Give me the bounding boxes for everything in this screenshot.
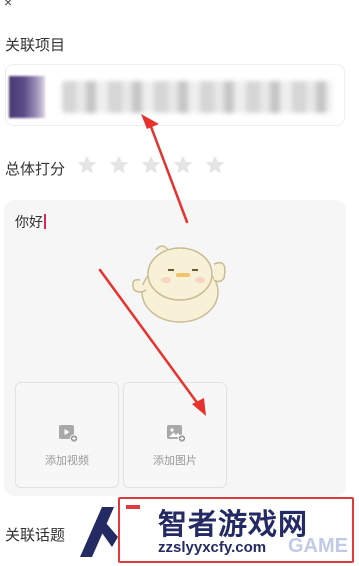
text-caret xyxy=(44,214,46,229)
rating-label: 总体打分 xyxy=(5,161,66,178)
mascot-illustration xyxy=(132,245,226,323)
watermark-title: 智者游戏网 xyxy=(158,509,309,541)
project-thumbnail xyxy=(9,76,45,118)
project-title-blurred xyxy=(62,81,332,113)
related-topic-label: 关联话题 xyxy=(5,527,66,544)
add-video-icon xyxy=(59,425,78,443)
watermark-url: zzslyyxcfy.com xyxy=(158,539,267,556)
site-watermark: 智者游戏网 zzslyyxcfy.com GAME xyxy=(80,497,354,563)
watermark-logo-icon xyxy=(80,507,118,557)
star-icon-4[interactable] xyxy=(172,154,194,176)
star-icon-3[interactable] xyxy=(140,154,162,176)
watermark-faded-text: GAME xyxy=(288,535,348,557)
close-icon[interactable]: × xyxy=(4,0,12,10)
add-video-label: 添加视频 xyxy=(45,455,89,467)
watermark-accent xyxy=(126,505,140,509)
star-icon-5[interactable] xyxy=(204,154,226,176)
related-project-label: 关联项目 xyxy=(5,37,66,54)
star-icon-1[interactable] xyxy=(76,154,98,176)
add-video-button[interactable]: 添加视频 xyxy=(15,382,119,488)
add-image-button[interactable]: 添加图片 xyxy=(123,382,227,488)
star-rating[interactable] xyxy=(76,154,226,176)
related-project-card[interactable] xyxy=(5,64,345,126)
add-image-icon xyxy=(167,425,186,443)
add-image-label: 添加图片 xyxy=(153,455,197,467)
star-icon-2[interactable] xyxy=(108,154,130,176)
review-text: 你好 xyxy=(15,212,46,232)
